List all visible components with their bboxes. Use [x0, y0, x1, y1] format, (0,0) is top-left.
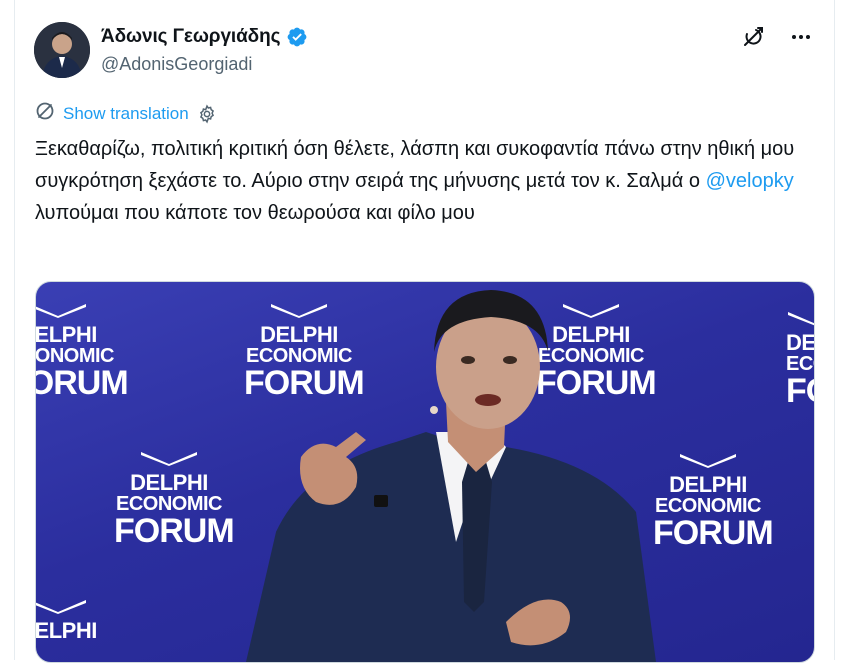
author-name-row: Άδωνις Γεωργιάδης: [101, 26, 308, 48]
gear-icon[interactable]: [197, 103, 217, 124]
tweet-text: Ξεκαθαρίζω, πολιτική κριτική όση θέλετε,…: [35, 133, 805, 229]
mention-link[interactable]: @velopky: [706, 170, 794, 192]
author-name[interactable]: Άδωνις Γεωργιάδης: [101, 26, 280, 48]
show-translation-link[interactable]: Show translation: [63, 104, 189, 124]
author-handle[interactable]: @AdonisGeorgiadi: [101, 54, 252, 75]
tweet-text-tail: λυπούμαι που κάποτε τον θεωρούσα και φίλ…: [35, 202, 475, 224]
avatar[interactable]: [34, 22, 90, 78]
tweet-text-body: Ξεκαθαρίζω, πολιτική κριτική όση θέλετε,…: [35, 138, 795, 192]
translate-icon: [35, 101, 55, 126]
more-icon[interactable]: [788, 24, 814, 50]
tweet-actions-top: [740, 24, 814, 50]
tweet-media-image[interactable]: DELPHI ECONOMIC FORUM DELPHI ECONOMIC FO…: [35, 281, 815, 663]
verified-badge-icon: [286, 26, 308, 48]
grok-icon[interactable]: [740, 24, 766, 50]
tweet-card: Άδωνις Γεωργιάδης @AdonisGeorgiadi Show …: [14, 0, 835, 663]
speaker-figure: [246, 290, 656, 662]
translate-row: Show translation: [35, 101, 217, 126]
